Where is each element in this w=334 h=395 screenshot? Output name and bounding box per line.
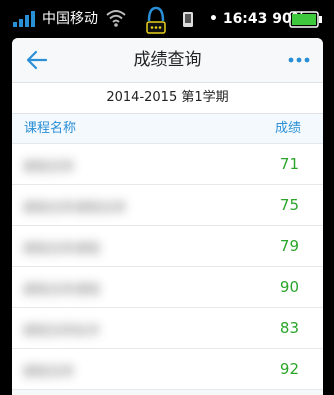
navigation-bar: 成绩查询 <box>12 38 323 82</box>
score-value: 92 <box>279 360 299 378</box>
grade-row[interactable]: 课程名称课程 79 <box>12 226 323 267</box>
carrier-name: 中国移动 <box>42 11 98 27</box>
course-name: 课程名称课程 <box>22 242 101 257</box>
grade-row[interactable]: 课程名称技术 83 <box>12 308 323 349</box>
score-column-header: 成绩 <box>274 121 301 136</box>
course-name: 课程名称 <box>22 365 75 380</box>
phone-storage-icon <box>183 12 193 27</box>
course-column-header: 课程名称 <box>24 121 77 136</box>
notification-app-icon <box>146 6 166 34</box>
score-value: 83 <box>279 319 299 337</box>
course-name: 课程名称技术 <box>22 324 101 339</box>
list-header: 课程名称 成绩 <box>12 114 323 144</box>
term-selector[interactable]: 2014-2015 第1学期 <box>12 82 323 114</box>
score-value: 79 <box>279 237 299 255</box>
page-title: 成绩查询 <box>133 50 202 70</box>
status-bar: 中国移动 • 16:43 90% <box>0 0 334 38</box>
score-value: 71 <box>279 155 299 173</box>
battery-icon <box>289 11 322 28</box>
grade-list: 课程名称 71 课程名称课程名称 75 课程名称课程 79 课程名称课程 90 … <box>12 144 323 390</box>
grade-row[interactable]: 课程名称课程名称 75 <box>12 185 323 226</box>
more-options-icon[interactable] <box>287 51 311 69</box>
course-name: 课程名称 <box>22 160 75 175</box>
score-value: 75 <box>279 196 299 214</box>
score-value: 90 <box>279 278 299 296</box>
course-name: 课程名称课程名称 <box>22 201 127 216</box>
grade-row[interactable]: 课程名称课程 90 <box>12 267 323 308</box>
wifi-icon <box>106 10 126 27</box>
signal-icon <box>13 11 35 27</box>
app-window: 成绩查询 2014-2015 第1学期 课程名称 成绩 课程名称 71 课程名称… <box>12 38 323 395</box>
grade-row[interactable]: 课程名称 92 <box>12 349 323 390</box>
course-name: 课程名称课程 <box>22 283 101 298</box>
grade-row[interactable]: 课程名称 71 <box>12 144 323 185</box>
